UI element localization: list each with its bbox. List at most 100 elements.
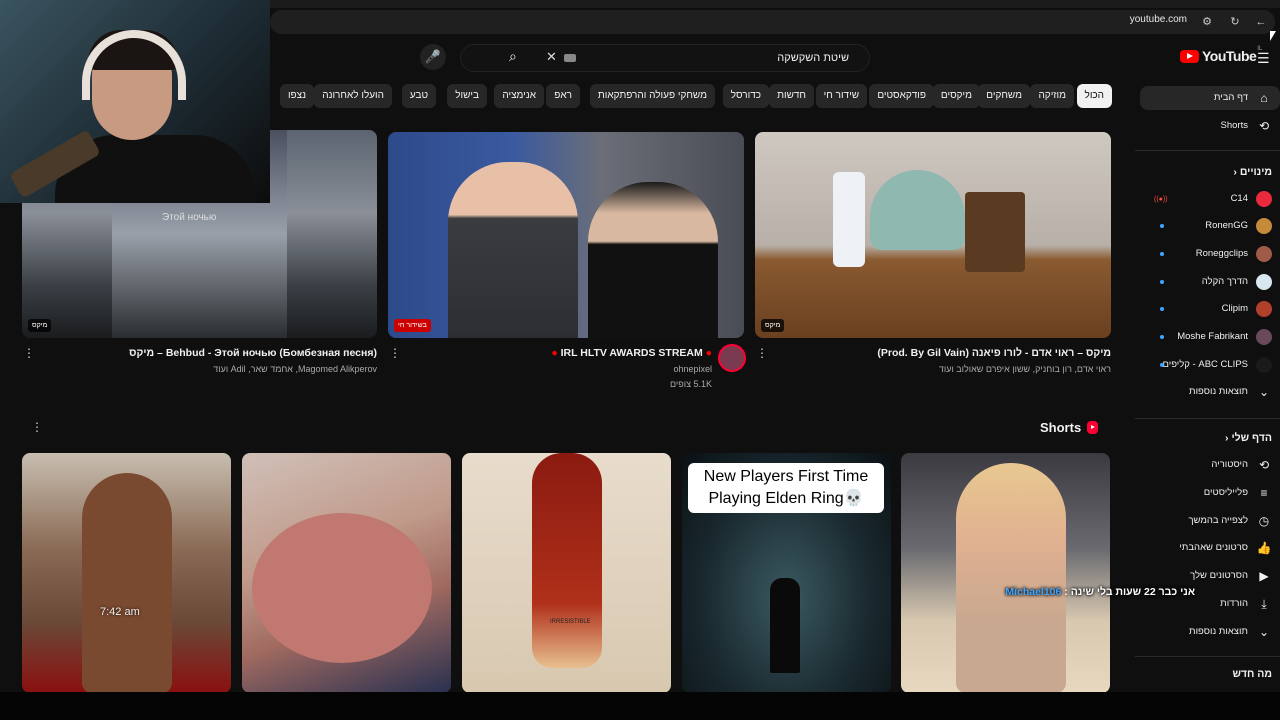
sidebar-sub-c14[interactable]: C14 ((●)) (1140, 187, 1280, 211)
youtube-logo[interactable]: YouTube IL (1180, 46, 1262, 64)
short-thumbnail-5[interactable] (901, 453, 1110, 693)
video-3-meta: ראוי אדם, רון בוחניק, ששון איפרם שאולוב … (938, 364, 1111, 374)
sidebar-sub-moshe[interactable]: Moshe Fabrikant (1140, 325, 1280, 349)
shorts-title: Shorts (1040, 420, 1082, 435)
short-2-art (252, 513, 432, 663)
hamburger-menu-icon[interactable]: ☰ (1257, 50, 1270, 67)
shorts-more-icon[interactable]: ⋮ (31, 420, 43, 434)
sidebar-item-playlists[interactable]: ≡ פלייליסטים (1140, 481, 1280, 505)
chip-cooking[interactable]: בישול (447, 84, 487, 108)
video-1-title[interactable]: Behbud - Этой ночью (Бомбезная песня) – … (129, 347, 377, 359)
short-thumbnail-2[interactable] (242, 453, 451, 693)
short-thumbnail-1[interactable] (22, 453, 231, 693)
short-thumbnail-3[interactable]: IRRESISTIBLE (462, 453, 671, 693)
subscriptions-heading-text: מינויים (1239, 166, 1272, 178)
sidebar-sub-label: Moshe Fabrikant (1177, 331, 1248, 342)
sidebar-item-downloads[interactable]: ⤓ הורדות (1140, 592, 1280, 616)
clear-search-icon[interactable]: ✕ (546, 49, 557, 65)
sidebar-label-home: דף הבית (1213, 92, 1248, 103)
video-2-channel[interactable]: ohnepixel (673, 364, 712, 374)
sidebar-item-liked[interactable]: 👍 סרטונים שאהבתי (1140, 536, 1280, 560)
chip-music[interactable]: מוזיקה (1030, 84, 1074, 108)
chip-gaming[interactable]: משחקים (978, 84, 1030, 108)
sidebar-item-your-videos[interactable]: ▶ הסרטונים שלך (1140, 564, 1280, 588)
mix-badge: מיקס (761, 319, 785, 332)
person-2-art (588, 182, 718, 338)
sidebar-show-more[interactable]: ⌄ תוצאות נוספות (1140, 380, 1280, 404)
subscriptions-heading[interactable]: מינויים ‹ (1233, 166, 1272, 178)
search-icon[interactable]: ⌕ (509, 48, 517, 65)
watch-later-icon: ◷ (1258, 514, 1270, 528)
video-thumbnail-3[interactable]: מיקס (755, 132, 1111, 338)
channel-avatar-live[interactable] (718, 344, 746, 372)
shorts-logo-icon (1087, 421, 1099, 434)
sidebar-sub-label: C14 (1230, 193, 1248, 204)
you-heading[interactable]: הדף שלי ‹ (1225, 432, 1272, 444)
video-3-more-icon[interactable]: ⋮ (756, 346, 768, 360)
back-arrow-icon[interactable]: ← (1253, 14, 1269, 30)
avatar (1256, 246, 1272, 262)
short-4-art (770, 578, 800, 673)
taskbar-strip (0, 692, 1280, 720)
chip-news[interactable]: חדשות (769, 84, 814, 108)
bottle-art (833, 172, 865, 267)
bottles-art (965, 192, 1025, 272)
live-indicator-icon: ((●)) (1154, 196, 1168, 203)
video-3-title[interactable]: מיקס – ראוי אדם - לורו פיאנה (Prod. By G… (877, 347, 1111, 359)
sidebar-item-history[interactable]: ⟲ היסטוריה (1140, 453, 1280, 477)
your-videos-icon: ▶ (1259, 569, 1269, 583)
sidebar-label-shorts: Shorts (1220, 120, 1248, 131)
address-bar[interactable]: youtube.com ⚙ ↻ ← (270, 10, 1275, 34)
chip-animation[interactable]: אנימציה (494, 84, 544, 108)
keyboard-icon[interactable] (564, 54, 576, 62)
you-heading-text: הדף שלי (1231, 432, 1272, 444)
avatar (1256, 274, 1272, 290)
sidebar-sub-ronengg[interactable]: RonenGG (1140, 214, 1280, 238)
sidebar-item-home[interactable]: ⌂ דף הבית (1140, 86, 1280, 110)
live-dot-icon: ● (551, 347, 561, 359)
sidebar-item-shorts[interactable]: ⟲ Shorts (1140, 114, 1280, 138)
video-thumbnail-2[interactable]: בשידור חי (388, 132, 744, 338)
site-settings-icon[interactable]: ⚙ (1199, 14, 1215, 30)
chip-live[interactable]: שידור חי (815, 84, 867, 108)
sidebar-sub-clipim[interactable]: Clipim (1140, 297, 1280, 321)
chip-watched[interactable]: נצפו (279, 84, 314, 108)
chip-all[interactable]: הכול (1076, 84, 1112, 108)
search-input[interactable]: ⌕ ✕ שיטת השקשקה (460, 44, 870, 72)
sidebar-label-your-videos: הסרטונים שלך (1190, 570, 1248, 581)
shorts-header: Shorts (1040, 420, 1099, 435)
sidebar-sub-roneggclips[interactable]: Roneggclips (1140, 242, 1280, 266)
avatar (1256, 301, 1272, 317)
short-3-art (532, 453, 602, 668)
chip-mixes[interactable]: מיקסים (932, 84, 980, 108)
chip-basketball[interactable]: כדורסל (722, 84, 769, 108)
video-1-meta: Magomed Alikperov, אחמד שאר, Adil ועוד (213, 364, 377, 374)
chip-action-adventure[interactable]: משחקי פעולה והרפתקאות (589, 84, 715, 108)
search-query: שיטת השקשקה (777, 52, 849, 64)
sidebar-sub-label: Roneggclips (1195, 248, 1248, 259)
sidebar-show-more-2[interactable]: ⌄ תוצאות נוספות (1140, 620, 1280, 644)
sidebar-sub-haderech[interactable]: הדרך הקלה (1140, 270, 1280, 294)
avatar (1256, 191, 1272, 207)
chip-rap[interactable]: ראפ (546, 84, 580, 108)
mouse-cursor-icon (1270, 31, 1276, 41)
voice-search-mic-icon[interactable]: 🎤 (420, 44, 446, 70)
chip-nature[interactable]: טבע (401, 84, 436, 108)
chip-recently-uploaded[interactable]: הועלו לאחרונה (314, 84, 392, 108)
live-dot-icon: ● (702, 347, 712, 359)
chip-podcasts[interactable]: פודקאסטים (869, 84, 934, 108)
logo-text: YouTube (1202, 48, 1257, 64)
short-1-art (82, 473, 172, 693)
video-2-title-text: IRL HLTV AWARDS STREAM (560, 347, 703, 359)
sidebar-sub-label: הדרך הקלה (1201, 276, 1248, 287)
sidebar-divider (1135, 656, 1280, 657)
reload-icon[interactable]: ↻ (1227, 14, 1243, 30)
avatar (1256, 218, 1272, 234)
sidebar-item-watch-later[interactable]: ◷ לצפייה בהמשך (1140, 509, 1280, 533)
video-1-more-icon[interactable]: ⋮ (23, 346, 35, 360)
video-2-title[interactable]: ● IRL HLTV AWARDS STREAM ● (551, 347, 712, 359)
short-1-overlay-time: 7:42 am (100, 606, 140, 618)
video-2-more-icon[interactable]: ⋮ (389, 346, 401, 360)
short-5-art (956, 463, 1066, 693)
sidebar-sub-abc[interactable]: ABC CLIPS - קליפים (1140, 353, 1280, 377)
